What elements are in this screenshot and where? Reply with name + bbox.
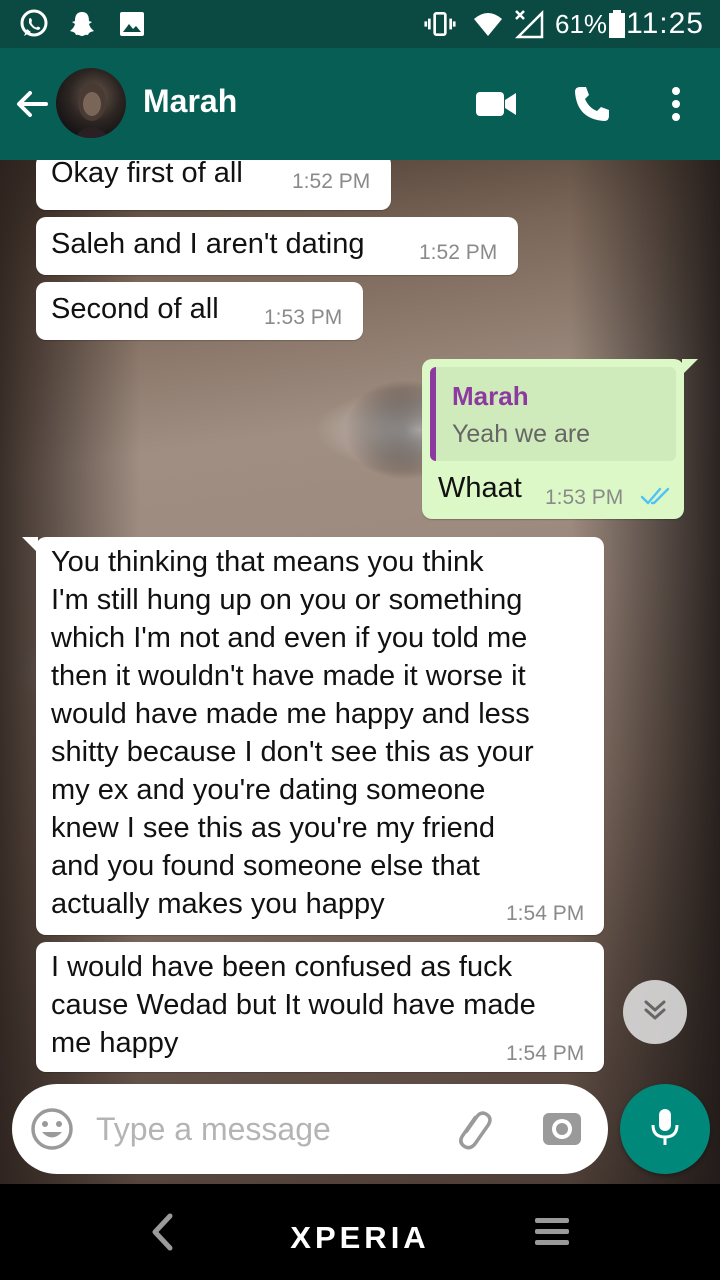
bubble-tail — [682, 359, 698, 375]
message-text: Okay first of all — [51, 160, 243, 189]
message-bubble-incoming[interactable]: You thinking that means you think I'm st… — [22, 537, 604, 935]
attach-icon[interactable] — [452, 1106, 496, 1150]
bubble-tail — [22, 537, 38, 553]
read-ticks-icon — [640, 485, 672, 512]
gallery-icon — [116, 8, 148, 40]
chevron-double-down-icon — [641, 996, 669, 1029]
message-bubble-incoming[interactable]: I would have been confused as fuck cause… — [36, 942, 604, 1072]
message-bubble-outgoing[interactable]: Marah Yeah we are Whaat 1:53 PM — [422, 359, 698, 519]
quote-text: Yeah we are — [452, 420, 591, 448]
emoji-icon[interactable] — [30, 1107, 74, 1151]
vibrate-icon — [424, 8, 456, 40]
message-time: 1:52 PM — [292, 170, 371, 193]
video-call-icon[interactable] — [472, 80, 520, 128]
brand-logo: XPERIA — [290, 1220, 430, 1255]
chat-header: Marah — [0, 48, 720, 160]
message-composer[interactable]: Type a message — [12, 1084, 608, 1174]
mic-icon — [650, 1107, 680, 1152]
system-nav-bar: XPERIA — [0, 1184, 720, 1280]
nav-menu-icon[interactable] — [530, 1210, 574, 1254]
chat-area[interactable]: Okay first of all 1:52 PM Saleh and I ar… — [0, 160, 720, 1184]
battery-percentage: 61% — [555, 9, 608, 39]
message-time: 1:54 PM — [506, 1042, 585, 1065]
wifi-icon — [472, 8, 504, 40]
message-text: Whaat — [438, 472, 522, 504]
snapchat-icon — [66, 8, 98, 40]
message-time: 1:54 PM — [506, 902, 585, 925]
message-bubble-incoming[interactable]: Okay first of all 1:52 PM — [36, 160, 391, 210]
message-time: 1:53 PM — [545, 486, 624, 509]
quote-author: Marah — [452, 381, 529, 411]
signal-icon — [514, 8, 546, 40]
avatar[interactable] — [56, 68, 126, 138]
message-time: 1:53 PM — [264, 306, 343, 329]
whatsapp-icon — [18, 8, 50, 40]
phone-icon[interactable] — [568, 80, 616, 128]
message-time: 1:52 PM — [419, 241, 498, 264]
message-text: I would have been confused as fuck cause… — [51, 951, 536, 1059]
nav-back-icon[interactable] — [140, 1210, 184, 1254]
mic-button[interactable] — [620, 1084, 710, 1174]
back-arrow-icon[interactable] — [12, 84, 52, 124]
scroll-to-bottom-button[interactable] — [623, 980, 687, 1044]
quoted-message[interactable]: Marah Yeah we are — [430, 367, 676, 461]
message-bubble-incoming[interactable]: Saleh and I aren't dating 1:52 PM — [36, 217, 518, 275]
message-text: Second of all — [51, 293, 219, 325]
camera-icon[interactable] — [540, 1106, 584, 1150]
message-bubble-incoming[interactable]: Second of all 1:53 PM — [36, 282, 363, 340]
clock: 11:25 — [626, 7, 704, 40]
message-text: Saleh and I aren't dating — [51, 228, 365, 260]
more-options-icon[interactable] — [652, 80, 700, 128]
contact-name[interactable]: Marah — [143, 81, 237, 121]
message-text: You thinking that means you think I'm st… — [51, 546, 534, 920]
message-input[interactable]: Type a message — [96, 1110, 331, 1148]
status-bar: 61% 11:25 — [0, 0, 720, 48]
